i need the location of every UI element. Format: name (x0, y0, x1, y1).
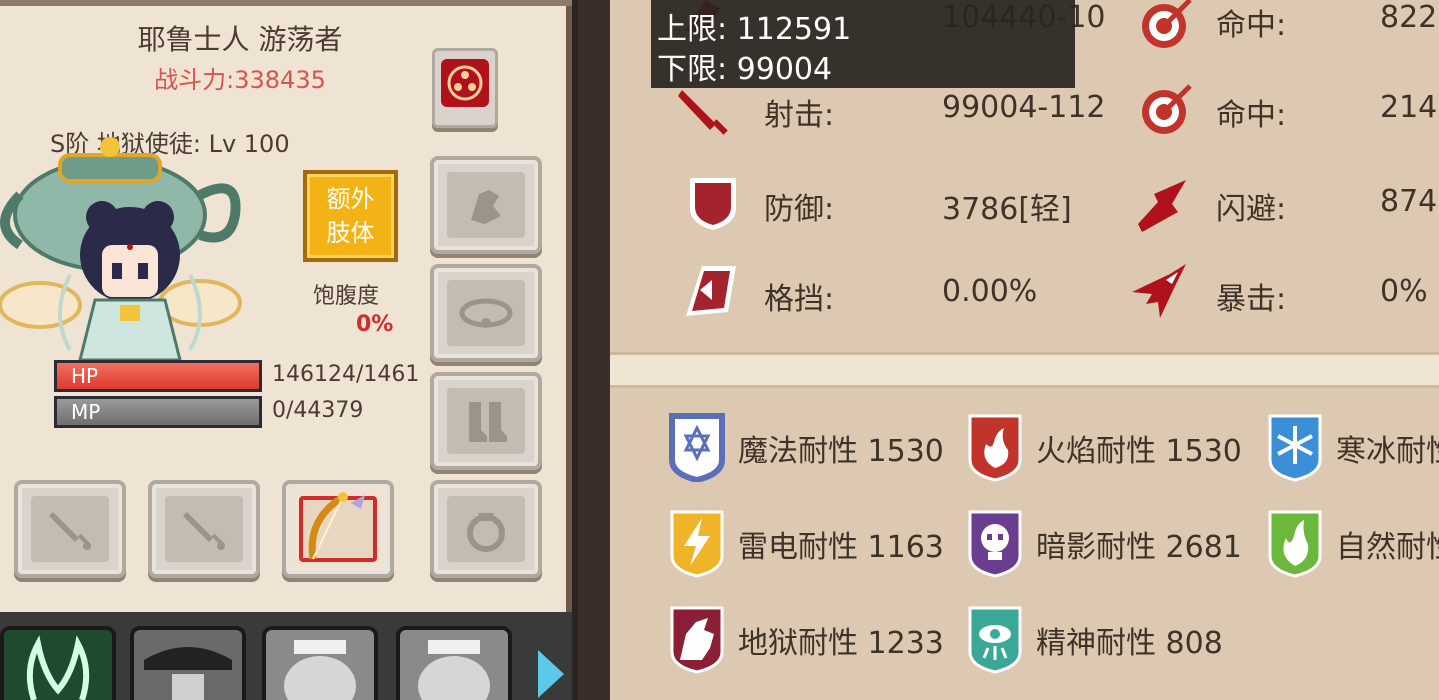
combat-power: 战斗力:338435 (60, 60, 420, 95)
equip-slot-weapon-2[interactable] (148, 480, 260, 578)
character-name: 耶鲁士人 游荡者 (137, 23, 343, 56)
wings-icon (4, 630, 112, 700)
extra-limb-label-2: 肢体 (326, 219, 375, 247)
equip-slot-bow[interactable] (282, 480, 394, 578)
crit-icon (1132, 264, 1186, 318)
resist-shadow: 暗影耐性 2681 (1036, 530, 1242, 565)
stat-label-block: 格挡: (764, 282, 835, 317)
party-member-1[interactable] (0, 626, 116, 700)
stat-value-crit: 0% (1380, 274, 1428, 309)
stat-label-hit-1: 命中: (1216, 8, 1287, 43)
boots-icon (469, 402, 507, 442)
next-page-arrow-icon[interactable] (538, 650, 564, 698)
extra-limb-button[interactable]: 额外 肢体 (303, 170, 398, 262)
stat-value-shooting: 99004-112 (942, 90, 1106, 125)
nature-resist-icon (1268, 510, 1322, 578)
tooltip-upper-limit: 上限: 112591 (657, 12, 852, 47)
stat-value-dodge: 874 (1380, 184, 1438, 219)
party-member-4[interactable] (396, 626, 512, 700)
equip-slot-gloves[interactable] (430, 156, 542, 254)
stat-label-hit-2: 命中: (1216, 98, 1287, 133)
hunger-value: 0% (356, 312, 394, 337)
resist-spirit: 精神耐性 808 (1036, 626, 1223, 661)
party-member-2[interactable] (130, 626, 246, 700)
gloves-icon (471, 190, 501, 224)
equip-slot-weapon-1[interactable] (14, 480, 126, 578)
resist-nature: 自然耐性 (1336, 530, 1439, 565)
stat-label-dodge: 闪避: (1216, 192, 1287, 227)
mp-bar: MP (54, 396, 262, 428)
pirate-avatar-icon (134, 630, 242, 700)
necklace-icon (459, 298, 513, 328)
shadow-resist-icon (968, 510, 1022, 578)
resist-fire: 火焰耐性 1530 (1036, 434, 1242, 469)
hunger-label: 饱腹度 (313, 284, 380, 309)
target-icon (1142, 84, 1192, 134)
section-divider (610, 352, 1439, 388)
damage-range-tooltip: 上限: 112591 下限: 99004 (651, 0, 1075, 88)
resist-lightning: 雷电耐性 1163 (738, 530, 944, 565)
combat-power-label: 战斗力: (154, 66, 235, 94)
tooltip-lower-limit: 下限: 99004 (657, 52, 833, 87)
magic-resist-icon (669, 413, 725, 482)
rune-icon (441, 59, 489, 107)
character-portrait (0, 137, 242, 360)
block-icon (686, 266, 736, 316)
stat-value-block: 0.00% (942, 274, 1038, 309)
resist-hell: 地狱耐性 1233 (738, 626, 944, 661)
rune-emblem-slot[interactable] (432, 48, 498, 128)
stat-label-defense: 防御: (764, 192, 835, 227)
stat-value-hit-1: 822 (1380, 0, 1438, 35)
hp-value: 146124/1461 (272, 362, 420, 387)
equip-slot-necklace[interactable] (430, 264, 542, 362)
spirit-resist-icon (968, 606, 1022, 674)
equip-slot-boots[interactable] (430, 372, 542, 470)
nurse-avatar-icon (400, 630, 508, 700)
sword-icon (678, 90, 728, 135)
nurse-avatar-icon (266, 630, 374, 700)
fire-resist-icon (968, 414, 1022, 482)
hp-bar: HP (54, 360, 262, 392)
character-panel: 耶鲁士人 游荡者 战斗力:338435 S阶 地狱使徒: Lv 100 额外 肢… (0, 0, 572, 612)
ring-icon (467, 513, 505, 552)
party-member-3[interactable] (262, 626, 378, 700)
background-strip (578, 0, 610, 700)
mp-label: MP (71, 400, 101, 424)
dodge-icon (1138, 180, 1186, 232)
equip-slot-ring[interactable] (430, 480, 542, 578)
stat-value-defense: 3786[轻] (942, 192, 1072, 227)
lightning-resist-icon (670, 510, 724, 578)
resist-magic: 魔法耐性 1530 (738, 434, 944, 469)
hell-resist-icon (670, 606, 724, 674)
combat-power-value: 338435 (234, 66, 326, 94)
ice-resist-icon (1268, 414, 1322, 482)
dagger-icon (49, 512, 91, 550)
panel-top-border (0, 0, 572, 6)
stat-value-hit-2: 214 (1380, 90, 1438, 125)
bow-icon (308, 492, 365, 560)
dagger-icon (183, 512, 225, 550)
hp-label: HP (71, 364, 99, 388)
extra-limb-label-1: 额外 (326, 185, 375, 213)
stat-label-crit: 暴击: (1216, 282, 1287, 317)
shield-icon (690, 178, 736, 230)
stat-label-shooting: 射击: (764, 98, 835, 133)
resist-ice: 寒冰耐性 (1336, 434, 1439, 469)
game-screen: 耶鲁士人 游荡者 战斗力:338435 S阶 地狱使徒: Lv 100 额外 肢… (0, 0, 1439, 700)
target-icon (1142, 0, 1192, 48)
mp-value: 0/44379 (272, 398, 364, 423)
